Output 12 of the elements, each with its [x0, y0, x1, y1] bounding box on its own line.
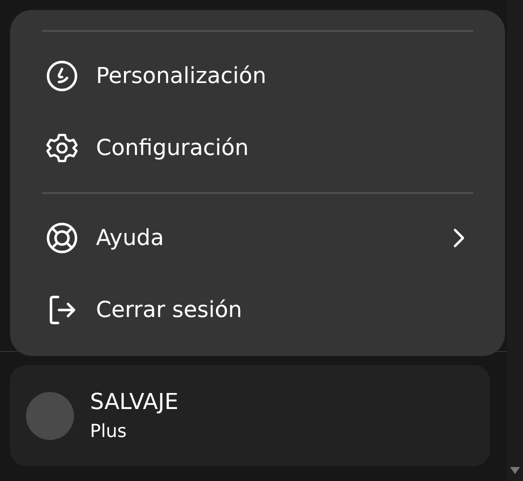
user-card[interactable]: SALVAJE Plus — [10, 365, 490, 466]
settings-icon — [46, 132, 78, 164]
user-name: SALVAJE — [90, 390, 178, 414]
user-plan: Plus — [90, 420, 128, 442]
lifebuoy-icon — [46, 222, 78, 254]
menu-item[interactable]: Cerrar sesión — [42, 274, 473, 346]
menu-item[interactable]: Configuración — [42, 112, 473, 184]
menu-item[interactable]: Ayuda — [42, 202, 473, 274]
scroll-down-icon[interactable] — [510, 467, 520, 475]
menu-item[interactable]: Personalización — [42, 40, 473, 112]
smile-icon — [46, 60, 78, 92]
avatar — [26, 392, 74, 440]
